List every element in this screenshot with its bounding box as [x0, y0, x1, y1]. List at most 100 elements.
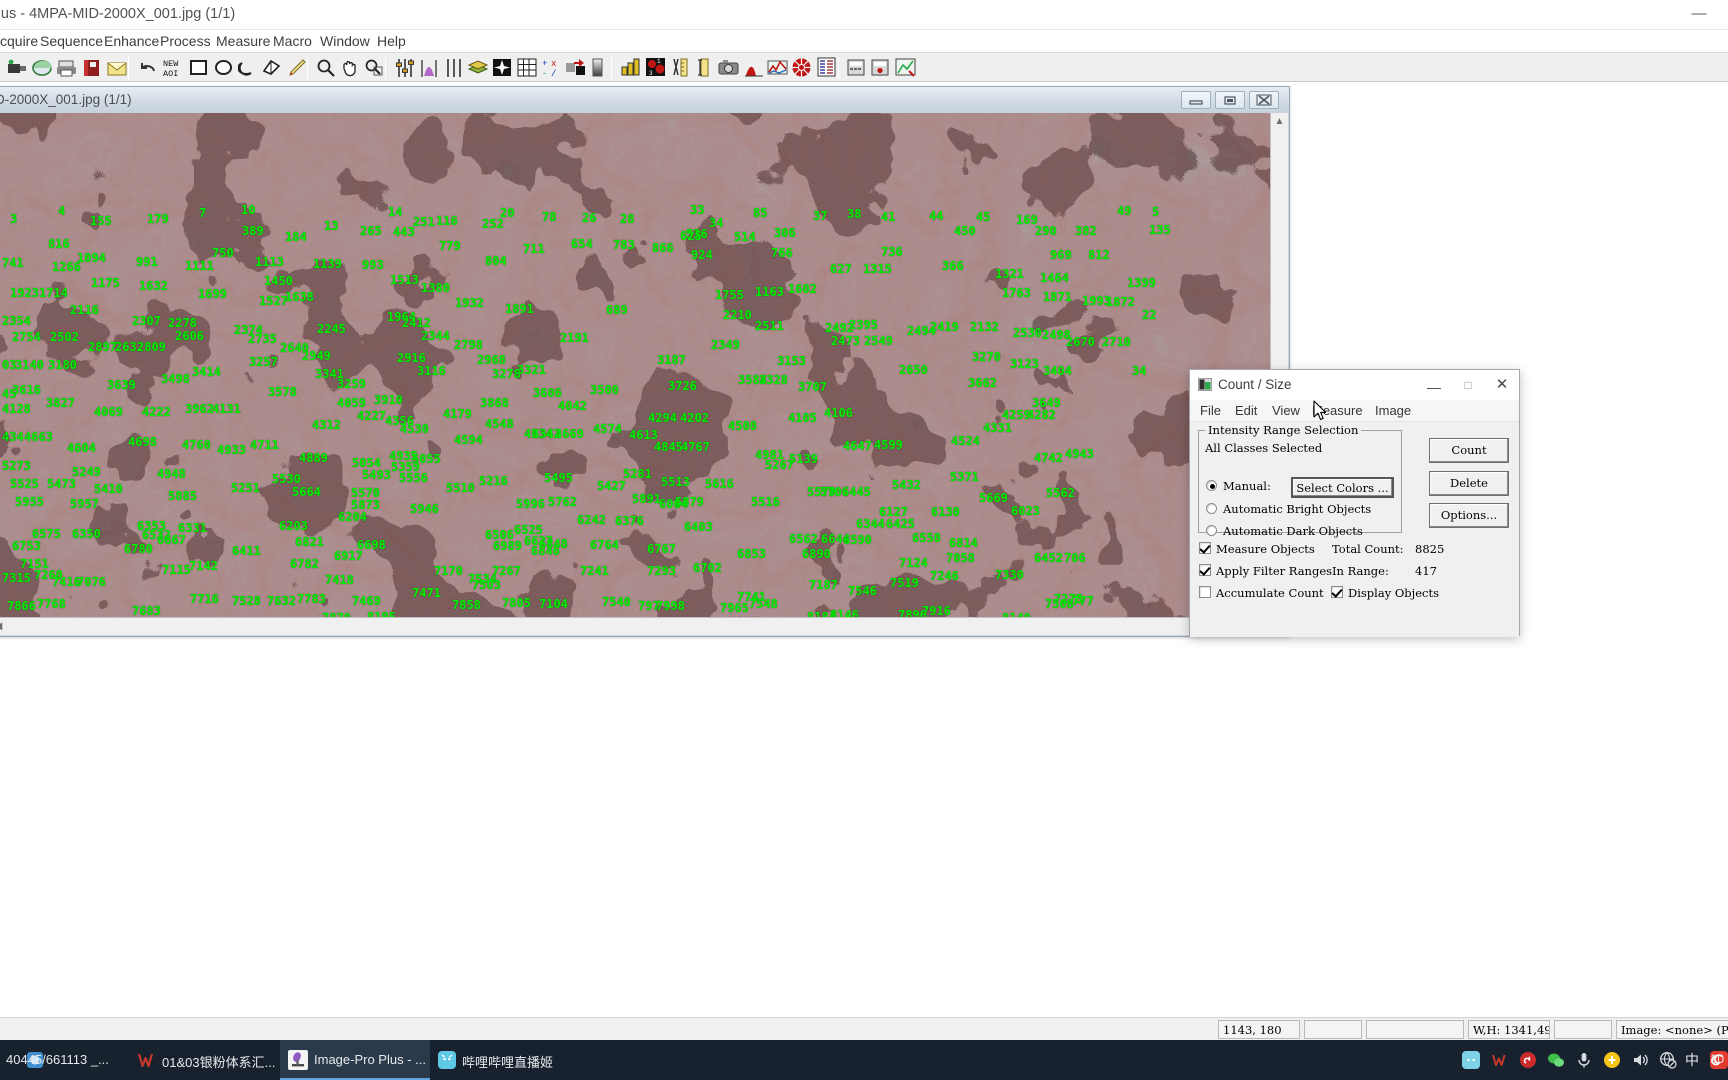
save-book-icon[interactable] — [81, 57, 103, 79]
image-math-icon[interactable]: + x- / — [540, 57, 562, 79]
calibration-icon[interactable] — [895, 57, 917, 79]
checkbox-accumulate-count[interactable] — [1199, 586, 1211, 598]
count-button[interactable]: Count — [1429, 438, 1509, 463]
count-size-title-bar[interactable]: Count / Size — □ ✕ — [1190, 370, 1519, 400]
checkbox-display-objects[interactable] — [1331, 586, 1343, 598]
taskbar-item-bilibili[interactable]: 哔哩哔哩直播姬 — [430, 1040, 580, 1080]
bilibili-tray-icon[interactable] — [1462, 1051, 1480, 1069]
mdi-workspace: D-2000X_001.jpg (1/1) 3 4 155 179 7 10 3… — [0, 82, 1728, 1017]
magic-wand-aoi-icon[interactable] — [261, 57, 283, 79]
taskbar-clock[interactable]: 20 — [1711, 1052, 1724, 1066]
line-profile-icon[interactable] — [767, 57, 789, 79]
object-label: 3414 — [192, 365, 221, 379]
cs-menu-view[interactable]: View — [1272, 402, 1300, 420]
freeform-aoi-icon[interactable] — [238, 57, 260, 79]
menu-item-help[interactable]: Help — [377, 30, 406, 52]
count-size-minimize-button[interactable]: — — [1417, 370, 1451, 400]
best-fit-icon[interactable] — [443, 57, 465, 79]
menu-item-sequence[interactable]: Sequence — [40, 30, 103, 52]
color-wheel-icon[interactable] — [791, 57, 813, 79]
layers-icon[interactable] — [467, 57, 489, 79]
netease-music-tray-icon[interactable] — [1519, 1051, 1537, 1069]
ellipse-aoi-icon[interactable] — [213, 57, 235, 79]
pan-hand-icon[interactable] — [339, 57, 361, 79]
object-label: 7142 — [189, 559, 218, 573]
object-label: 252 — [482, 217, 504, 231]
wps-tray-icon[interactable] — [1491, 1051, 1509, 1069]
object-label: 6782 — [290, 557, 319, 571]
volume-tray-icon[interactable] — [1631, 1051, 1649, 1069]
print-icon[interactable] — [56, 57, 78, 79]
checkbox-apply-filter-ranges[interactable] — [1199, 564, 1211, 576]
object-label: 5525 — [10, 477, 39, 491]
sharpen-filter-icon[interactable] — [491, 57, 513, 79]
image-close-button[interactable] — [1249, 91, 1279, 109]
radio-automatic-bright-objects[interactable] — [1206, 503, 1217, 514]
network-offline-tray-icon[interactable] — [1659, 1051, 1677, 1069]
threshold-icon[interactable] — [565, 57, 587, 79]
radio-manual[interactable] — [1206, 480, 1217, 491]
contrast-sliders-icon[interactable] — [394, 57, 416, 79]
scroll-up-icon[interactable]: ▲ — [1271, 113, 1288, 130]
image-horizontal-scrollbar[interactable]: ◀ ▶ — [0, 617, 1270, 635]
taskbar-item-image-pro-plus[interactable]: Image-Pro Plus - ... — [280, 1040, 430, 1080]
digital-grid-icon[interactable] — [516, 57, 538, 79]
histogram-icon[interactable] — [418, 57, 440, 79]
menu-item-macro[interactable]: Macro — [273, 30, 312, 52]
zoom-select-icon[interactable] — [363, 57, 385, 79]
count-size-icon[interactable]: 31 — [645, 57, 667, 79]
caliper-icon[interactable] — [669, 57, 691, 79]
options-button[interactable]: Options... — [1429, 503, 1509, 528]
radio-automatic-dark-objects[interactable] — [1206, 525, 1217, 536]
measure-bar-icon[interactable] — [620, 57, 642, 79]
image-restore-button[interactable] — [1215, 91, 1245, 109]
mail-send-icon[interactable] — [106, 57, 128, 79]
grayscale-ramp-icon[interactable] — [590, 57, 612, 79]
rectangle-aoi-icon[interactable] — [188, 57, 210, 79]
snapshot-icon[interactable] — [718, 57, 740, 79]
zoom-icon[interactable] — [315, 57, 337, 79]
count-size-close-button[interactable]: ✕ — [1485, 370, 1519, 400]
menu-item-measure[interactable]: Measure — [216, 30, 270, 52]
new-aoi-icon[interactable]: NEWAOI — [163, 57, 185, 79]
object-label: 5432 — [892, 478, 921, 492]
menu-item-cquire[interactable]: cquire — [0, 30, 38, 52]
micrograph-canvas[interactable]: 3 4 155 179 7 10 389 184 13 265 443 14 251 116 20 252 78… — [0, 113, 1270, 618]
object-label: 5493 — [362, 468, 391, 482]
select-colors-button[interactable]: Select Colors ... — [1291, 477, 1394, 498]
image-minimize-button[interactable] — [1181, 91, 1211, 109]
taskbar-item-browser[interactable]: 40445/661113 _... — [0, 1040, 130, 1080]
minimize-button[interactable]: — — [1678, 2, 1720, 26]
object-label: 5371 — [950, 470, 979, 484]
data-table-icon[interactable] — [816, 57, 838, 79]
wechat-tray-icon[interactable] — [1547, 1051, 1565, 1069]
cs-menu-edit[interactable]: Edit — [1235, 402, 1257, 420]
camera-acquire-icon[interactable] — [6, 57, 28, 79]
object-label: 6767 — [647, 542, 676, 556]
cs-menu-image[interactable]: Image — [1375, 402, 1411, 420]
checkbox-measure-objects[interactable] — [1199, 542, 1211, 554]
count-size-maximize-button[interactable]: □ — [1451, 370, 1485, 400]
object-label: 6350 — [72, 527, 101, 541]
trace-measure-icon[interactable] — [694, 57, 716, 79]
cs-menu-file[interactable]: File — [1200, 402, 1221, 420]
macro-record-icon[interactable] — [870, 57, 892, 79]
scripting-icon[interactable] — [846, 57, 868, 79]
histogram-red-icon[interactable] — [743, 57, 765, 79]
image-window-title-bar[interactable]: D-2000X_001.jpg (1/1) — [0, 87, 1289, 113]
update-tray-icon[interactable] — [1603, 1051, 1621, 1069]
pencil-draw-icon[interactable] — [286, 57, 308, 79]
microphone-tray-icon[interactable] — [1575, 1051, 1593, 1069]
undo-icon[interactable] — [138, 57, 160, 79]
open-image-icon[interactable] — [31, 57, 53, 79]
menu-item-enhance[interactable]: Enhance — [104, 30, 159, 52]
scroll-left-icon[interactable]: ◀ — [0, 618, 7, 635]
menu-item-window[interactable]: Window — [320, 30, 370, 52]
ime-chinese-tray-icon[interactable]: 中 — [1685, 1051, 1703, 1069]
object-label: 5562 — [1046, 486, 1075, 500]
taskbar-item-wps[interactable]: 01&03银粉体系汇... — [130, 1040, 280, 1080]
object-label: 3868 — [480, 396, 509, 410]
delete-button[interactable]: Delete — [1429, 471, 1509, 496]
menu-item-process[interactable]: Process — [160, 30, 211, 52]
total-count-value: 8825 — [1415, 542, 1445, 556]
